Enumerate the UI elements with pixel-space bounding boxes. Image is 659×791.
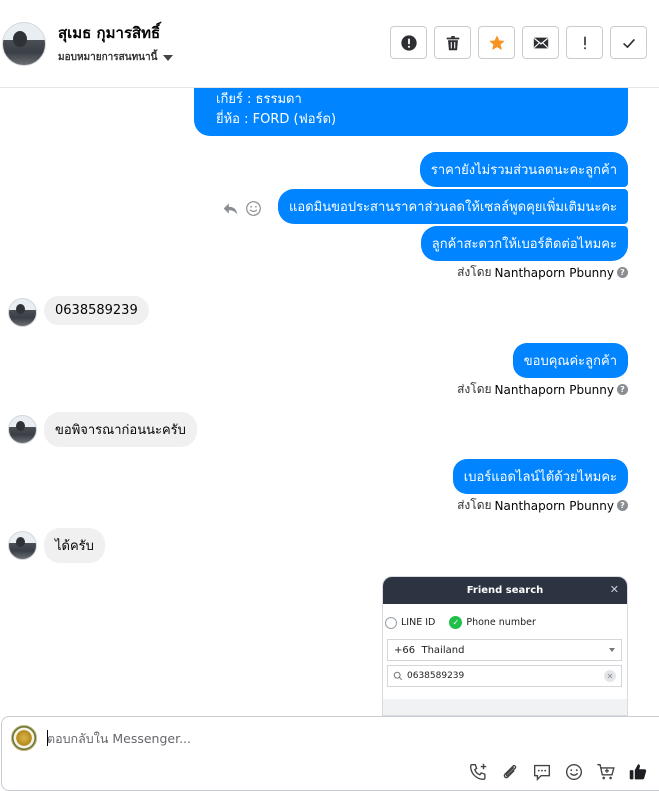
- message-bubble-incoming[interactable]: 0638589239: [44, 296, 149, 325]
- dropdown-arrow-icon: [609, 648, 615, 652]
- message-bubble-outgoing[interactable]: ขอบคุณค่ะลูกค้า: [512, 343, 628, 378]
- sent-by-prefix: ส่งโดย: [457, 498, 492, 512]
- checkmark-circle-icon: ✓: [449, 616, 463, 629]
- thumbs-up-icon[interactable]: [627, 761, 649, 783]
- composer-toolbar: [467, 761, 649, 783]
- delete-button[interactable]: [434, 26, 471, 59]
- phone-plus-icon[interactable]: [467, 761, 489, 783]
- option-label: LINE ID: [401, 617, 436, 628]
- page-avatar: [11, 725, 37, 751]
- message-bubble-outgoing[interactable]: ลูกค้าสะดวกให้เบอร์ติดต่อไหมคะ: [420, 226, 628, 261]
- friend-search-header: Friend search ✕: [383, 577, 627, 604]
- search-type-options: LINE ID ✓ Phone number: [383, 604, 627, 629]
- conversation-toolbar: [390, 26, 647, 59]
- exclamation-icon: [583, 36, 586, 49]
- sender-name[interactable]: Nanthaporn Pbunny: [495, 266, 614, 280]
- star-button[interactable]: [478, 26, 515, 59]
- reply-icon[interactable]: [222, 200, 239, 217]
- country-name: Thailand: [421, 644, 465, 656]
- assign-label: มอบหมายการสนทนานี้: [58, 52, 158, 63]
- envelope-icon: [533, 37, 548, 48]
- message-bubble-outgoing[interactable]: แอดมินขอประสานราคาส่วนลดให้เซลล์พูดคุยเพ…: [278, 189, 628, 224]
- paperclip-icon[interactable]: [499, 761, 521, 783]
- close-icon: ✕: [609, 583, 619, 596]
- help-icon[interactable]: ?: [617, 500, 628, 511]
- reply-composer: [1, 716, 659, 791]
- country-code: +66: [394, 644, 416, 656]
- message-line: เกียร์ : ธรรมดา: [216, 92, 302, 107]
- message-line: ยี่ห้อ : FORD (ฟอร์ด): [216, 112, 337, 127]
- help-icon[interactable]: ?: [617, 267, 628, 278]
- star-icon: [488, 34, 505, 50]
- option-line-id: LINE ID: [385, 616, 436, 629]
- sent-by-prefix: ส่งโดย: [457, 265, 492, 279]
- done-button[interactable]: [610, 26, 647, 59]
- spam-button[interactable]: [390, 26, 427, 59]
- country-select: +66 Thailand: [387, 639, 622, 661]
- sent-by-label: ส่งโดย Nanthaporn Pbunny ?: [457, 380, 628, 399]
- sent-by-label: ส่งโดย Nanthaporn Pbunny ?: [457, 263, 628, 282]
- conversation-header: สุเมธ กุมารสิทธิ์ มอบหมายการสนทนานี้: [0, 0, 659, 88]
- contact-avatar[interactable]: [2, 22, 46, 66]
- react-emoji-icon[interactable]: [245, 200, 262, 217]
- emoji-icon[interactable]: [563, 761, 585, 783]
- caret-down-icon: [163, 54, 174, 61]
- trash-icon: [446, 35, 459, 50]
- sent-by-prefix: ส่งโดย: [457, 382, 492, 396]
- mark-unread-button[interactable]: [522, 26, 559, 59]
- message-bubble-outgoing[interactable]: เกียร์ : ธรรมดา ยี่ห้อ : FORD (ฟอร์ด): [194, 88, 628, 136]
- contact-avatar-small: [8, 298, 37, 327]
- message-bubble-outgoing[interactable]: เบอร์แอดไลน์ได้ด้วยไหมคะ: [452, 459, 628, 494]
- option-phone: ✓ Phone number: [449, 616, 536, 629]
- alert-circle-icon: [400, 34, 417, 51]
- search-value: 0638589239: [407, 671, 465, 681]
- reply-input[interactable]: [47, 731, 607, 746]
- contact-avatar-small: [8, 415, 37, 444]
- message-bubble-outgoing[interactable]: ราคายังไม่รวมส่วนลดนะคะลูกค้า: [419, 152, 628, 187]
- search-icon: [393, 671, 403, 681]
- sender-name[interactable]: Nanthaporn Pbunny: [495, 383, 614, 397]
- image-attachment[interactable]: Friend search ✕ LINE ID ✓ Phone number +…: [382, 576, 628, 716]
- follow-up-button[interactable]: [566, 26, 603, 59]
- message-thread[interactable]: เกียร์ : ธรรมดา ยี่ห้อ : FORD (ฟอร์ด) รา…: [0, 88, 659, 716]
- help-icon[interactable]: ?: [617, 384, 628, 395]
- check-icon: [622, 38, 635, 48]
- contact-avatar-small: [8, 531, 37, 560]
- option-label: Phone number: [466, 617, 536, 628]
- saved-reply-icon[interactable]: [531, 761, 553, 783]
- message-actions: [222, 200, 262, 217]
- country-value: +66 Thailand: [394, 645, 464, 656]
- sender-name[interactable]: Nanthaporn Pbunny: [495, 499, 614, 513]
- assign-conversation-dropdown[interactable]: มอบหมายการสนทนานี้: [58, 50, 174, 65]
- message-bubble-incoming[interactable]: ได้ครับ: [44, 528, 105, 563]
- clear-icon: ✕: [604, 670, 616, 682]
- message-bubble-incoming[interactable]: ขอพิจารณาก่อนนะครับ: [44, 412, 197, 447]
- sent-by-label: ส่งโดย Nanthaporn Pbunny ?: [457, 496, 628, 515]
- cart-icon[interactable]: [595, 761, 617, 783]
- phone-search-field: 0638589239 ✕: [387, 665, 622, 687]
- attachment-footer: [383, 699, 627, 715]
- radio-empty-icon: [385, 616, 397, 629]
- friend-search-title: Friend search: [466, 585, 544, 596]
- contact-name[interactable]: สุเมธ กุมารสิทธิ์: [58, 21, 160, 45]
